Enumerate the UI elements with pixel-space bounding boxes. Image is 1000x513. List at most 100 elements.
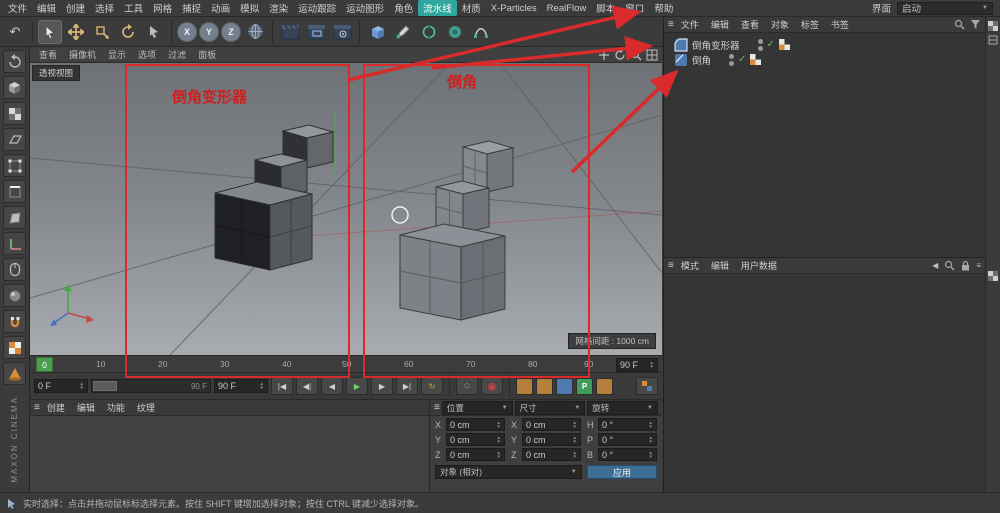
menubar-item[interactable]: 工具 [119,0,148,16]
menubar-item[interactable]: 模拟 [235,0,264,16]
om-menu-item[interactable]: 标签 [796,17,824,32]
palette-tab-icon[interactable] [988,35,998,45]
goto-end-button[interactable]: ▶| [396,377,418,395]
play-button[interactable]: ▶ [346,377,368,395]
om-menu-item[interactable]: 文件 [676,17,704,32]
viewport-menu-item[interactable]: 摄像机 [64,48,101,61]
viewport-solo-button[interactable] [3,258,26,281]
material-menu-item[interactable]: 创建 [42,400,70,415]
display-tag-icon[interactable] [778,39,790,50]
next-frame-button[interactable]: ▶ [371,377,393,395]
spinner-icon[interactable]: ▲ ▼ [494,420,501,429]
prev-key-button[interactable]: ◀| [296,377,318,395]
coordinate-system-button[interactable] [243,20,267,44]
viewport-menu-item[interactable]: 查看 [34,48,62,61]
enable-axis-button[interactable] [3,232,26,255]
apply-button[interactable]: 应用 [586,465,657,479]
viewport-menu-item[interactable]: 显示 [103,48,131,61]
material-menu-item[interactable]: 纹理 [132,400,160,415]
menubar-item[interactable]: 编辑 [32,0,61,16]
spinner-icon[interactable]: ▲ ▼ [646,420,653,429]
menubar-item[interactable]: X-Particles [486,2,542,15]
texture-mode-button[interactable] [3,102,26,125]
pan-view-icon[interactable] [598,49,610,61]
menubar-item[interactable]: 选择 [90,0,119,16]
make-editable-button[interactable] [3,50,26,73]
render-settings-button[interactable] [330,20,354,44]
hamburger-icon[interactable]: ≡ [434,402,440,413]
palette-tab-icon[interactable] [988,271,998,281]
rotation-h-field[interactable]: 0 ° ▲ ▼ [598,418,657,431]
am-menu-item[interactable]: 用户数据 [736,258,782,273]
om-menu-item[interactable]: 查看 [736,17,764,32]
editor-visibility-dot[interactable] [757,38,763,44]
hamburger-icon[interactable]: ≡ [668,260,674,271]
cone-object-button[interactable] [3,362,26,385]
attribute-content-area[interactable] [664,274,985,492]
key-parameter-toggle[interactable]: P [576,377,593,395]
loop-playback-button[interactable]: ↻ [421,377,443,395]
rotate-tool-button[interactable] [116,20,140,44]
menubar-item[interactable]: 创建 [61,0,90,16]
menubar-item[interactable]: 动画 [206,0,235,16]
viewport-menu-item[interactable]: 面板 [193,48,221,61]
timeline-ruler[interactable]: 0 10 20 30 40 50 60 70 80 90 90 F ▲ ▼ [30,355,662,373]
bezier-tool-button[interactable] [469,20,493,44]
menubar-item[interactable]: 文件 [3,0,32,16]
current-frame-marker[interactable]: 0 [36,357,53,372]
spinner-icon[interactable]: ▲ ▼ [570,450,577,459]
enabled-check-icon[interactable]: ✓ [767,39,775,50]
menubar-item[interactable]: 脚本 [591,0,620,16]
history-back-icon[interactable]: ◀ [932,261,938,270]
toggle-views-icon[interactable] [646,49,658,61]
key-scale-toggle[interactable] [536,377,553,395]
edges-mode-button[interactable] [3,180,26,203]
visibility-dots[interactable] [757,38,763,51]
lock-icon[interactable] [961,260,970,271]
viewport-menu-item[interactable]: 过滤 [163,48,191,61]
scale-tool-button[interactable] [90,20,114,44]
object-row-bevel[interactable]: 倒角 ✓ [664,52,985,67]
snapping-button[interactable] [3,310,26,333]
last-tool-button[interactable] [142,20,166,44]
spinner-icon[interactable]: ▲ ▼ [494,435,501,444]
menubar-item-pipeline-highlighted[interactable]: 流水线 [418,0,457,16]
am-menu-item[interactable]: 模式 [676,258,704,273]
render-region-button[interactable] [304,20,328,44]
rotation-column-dropdown[interactable]: 旋转 ▼ [587,400,658,415]
size-column-dropdown[interactable]: 尺寸 ▼ [514,400,586,415]
pen-spline-button[interactable] [391,20,415,44]
menubar-item[interactable]: 运动图形 [341,0,389,16]
autokey-button[interactable]: ○ [456,377,478,395]
texture-view-button[interactable] [3,336,26,359]
menubar-item[interactable]: 捕捉 [177,0,206,16]
model-mode-button[interactable] [3,76,26,99]
key-rotation-toggle[interactable] [556,377,573,395]
visibility-dots[interactable] [729,53,735,66]
add-cube-primitive-button[interactable] [365,20,389,44]
menubar-item[interactable]: 窗口 [620,0,649,16]
size-y-field[interactable]: 0 cm ▲ ▼ [522,433,581,446]
position-x-field[interactable]: 0 cm ▲ ▼ [446,418,505,431]
hamburger-icon[interactable]: ≡ [34,402,40,413]
viewport-menu-item[interactable]: 选项 [133,48,161,61]
spinner-icon[interactable]: ▲ ▼ [570,420,577,429]
menubar-item[interactable]: 渲染 [264,0,293,16]
undo-button[interactable]: ↶ [3,20,27,44]
keying-settings-button[interactable] [636,377,658,395]
workplane-mode-button[interactable] [3,128,26,151]
live-selection-tool-button[interactable] [38,19,62,44]
menubar-item[interactable]: 帮助 [649,0,678,16]
menubar-item[interactable]: 运动跟踪 [293,0,341,16]
position-z-field[interactable]: 0 cm ▲ ▼ [446,448,505,461]
material-menu-item[interactable]: 功能 [102,400,130,415]
polygons-mode-button[interactable] [3,206,26,229]
points-mode-button[interactable] [3,154,26,177]
sphere-shading-button[interactable] [3,284,26,307]
prev-frame-button[interactable]: ◀ [321,377,343,395]
viewport-view-label[interactable]: 透视视图 [32,65,81,81]
x-axis-lock-button[interactable]: X [177,21,197,42]
max-frame-field[interactable]: 90 F ▲ ▼ [214,379,268,393]
spinner-icon[interactable]: ▲ ▼ [646,435,653,444]
position-column-dropdown[interactable]: 位置 ▼ [441,400,513,415]
